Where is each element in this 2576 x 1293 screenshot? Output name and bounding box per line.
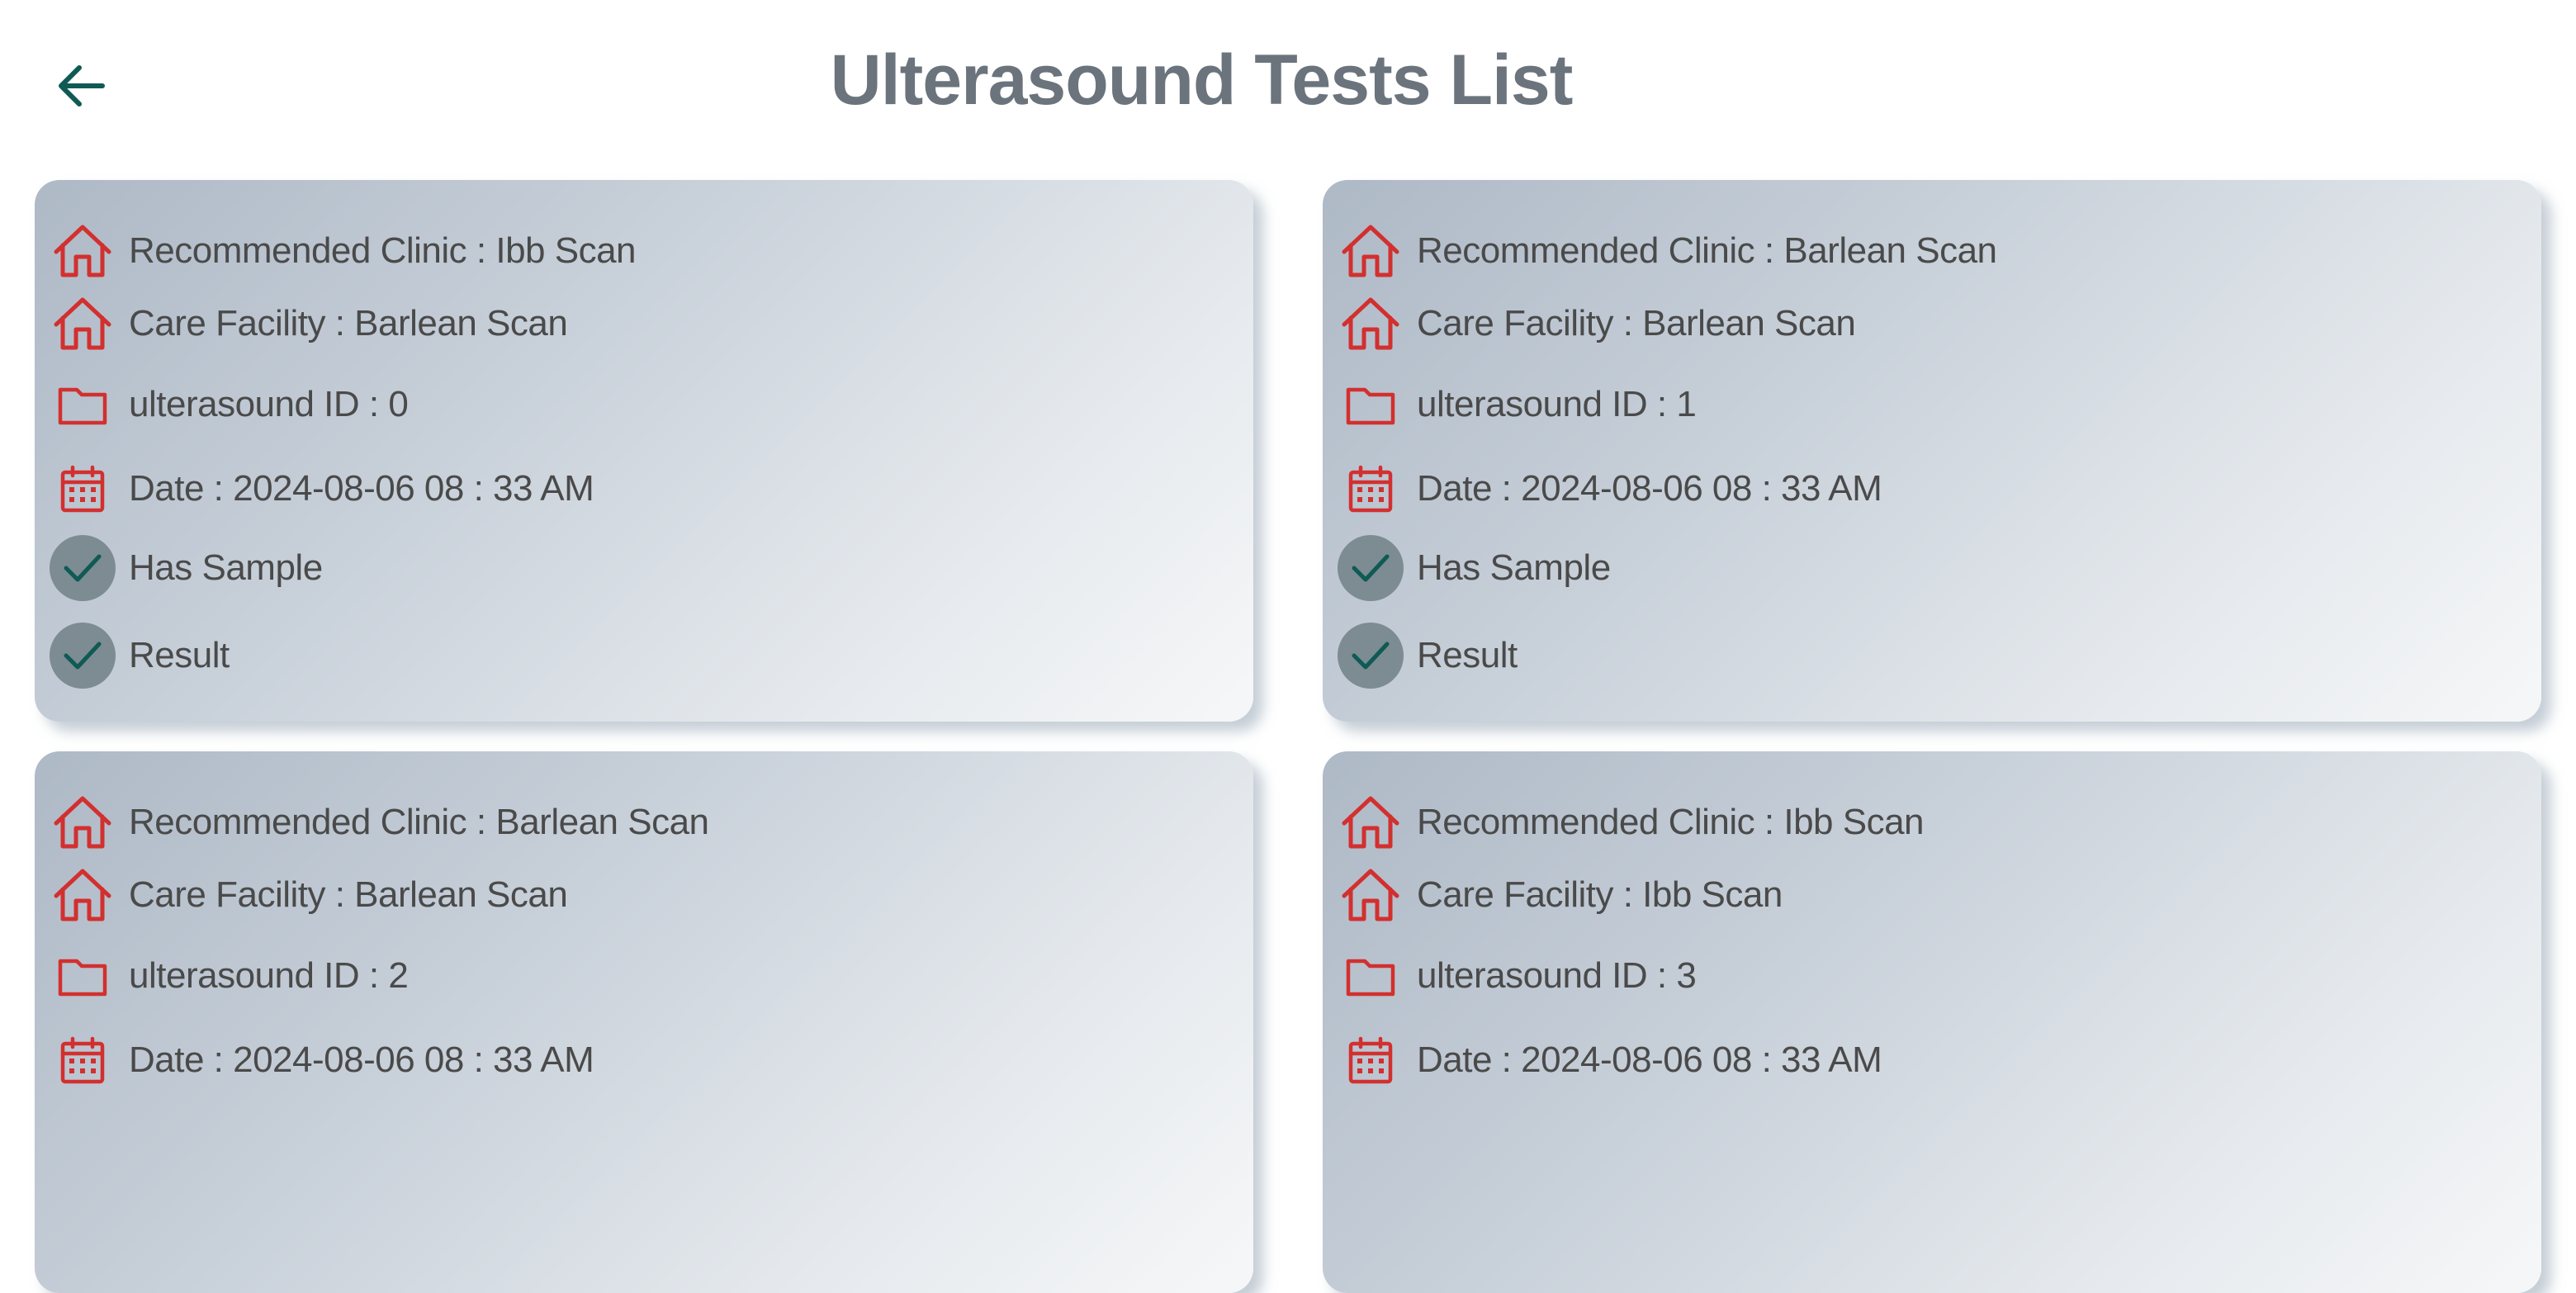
recommended-clinic-label: Recommended Clinic : Barlean Scan	[1417, 230, 1997, 271]
ulterasound-id-label: ulterasound ID : 3	[1417, 955, 1697, 996]
calendar-icon	[50, 1027, 116, 1093]
ulterasound-id-label: ulterasound ID : 1	[1417, 384, 1697, 424]
home-icon	[1338, 291, 1404, 357]
recommended-clinic-label: Recommended Clinic : Ibb Scan	[129, 230, 637, 271]
ultrasound-card-2[interactable]: Recommended Clinic : Barlean Scan Care F…	[35, 751, 1253, 1293]
calendar-icon	[50, 456, 116, 522]
check-icon	[1338, 623, 1404, 689]
care-facility-label: Care Facility : Ibb Scan	[1417, 874, 1783, 915]
date-label: Date : 2024-08-06 08 : 33 AM	[129, 468, 594, 509]
ultrasound-card-0[interactable]: Recommended Clinic : Ibb Scan Care Facil…	[35, 180, 1253, 722]
check-icon	[50, 535, 116, 601]
care-facility-label: Care Facility : Barlean Scan	[1417, 303, 1856, 343]
ulterasound-id-label: ulterasound ID : 0	[129, 384, 409, 424]
folder-icon	[1338, 372, 1404, 438]
page-title: Ulterasound Tests List	[830, 40, 1574, 120]
ultrasound-card-1[interactable]: Recommended Clinic : Barlean Scan Care F…	[1323, 180, 2541, 722]
app-header: Ulterasound Tests List	[0, 0, 2576, 173]
home-icon	[1338, 789, 1404, 855]
ulterasound-id-label: ulterasound ID : 2	[129, 955, 409, 996]
has-sample-label: Has Sample	[129, 547, 323, 588]
care-facility-label: Care Facility : Barlean Scan	[129, 874, 568, 915]
home-icon	[50, 291, 116, 357]
home-icon	[50, 218, 116, 284]
check-icon	[1338, 535, 1404, 601]
date-label: Date : 2024-08-06 08 : 33 AM	[129, 1040, 594, 1080]
recommended-clinic-label: Recommended Clinic : Ibb Scan	[1417, 802, 1925, 842]
home-icon	[50, 862, 116, 928]
check-icon	[50, 623, 116, 689]
home-icon	[1338, 218, 1404, 284]
folder-icon	[50, 943, 116, 1009]
ultrasound-card-3[interactable]: Recommended Clinic : Ibb Scan Care Facil…	[1323, 751, 2541, 1293]
date-label: Date : 2024-08-06 08 : 33 AM	[1417, 1040, 1882, 1080]
has-sample-label: Has Sample	[1417, 547, 1611, 588]
home-icon	[1338, 862, 1404, 928]
home-icon	[50, 789, 116, 855]
result-label: Result	[1417, 635, 1518, 675]
recommended-clinic-label: Recommended Clinic : Barlean Scan	[129, 802, 709, 842]
calendar-icon	[1338, 456, 1404, 522]
care-facility-label: Care Facility : Barlean Scan	[129, 303, 568, 343]
calendar-icon	[1338, 1027, 1404, 1093]
result-label: Result	[129, 635, 230, 675]
date-label: Date : 2024-08-06 08 : 33 AM	[1417, 468, 1882, 509]
folder-icon	[1338, 943, 1404, 1009]
folder-icon	[50, 372, 116, 438]
